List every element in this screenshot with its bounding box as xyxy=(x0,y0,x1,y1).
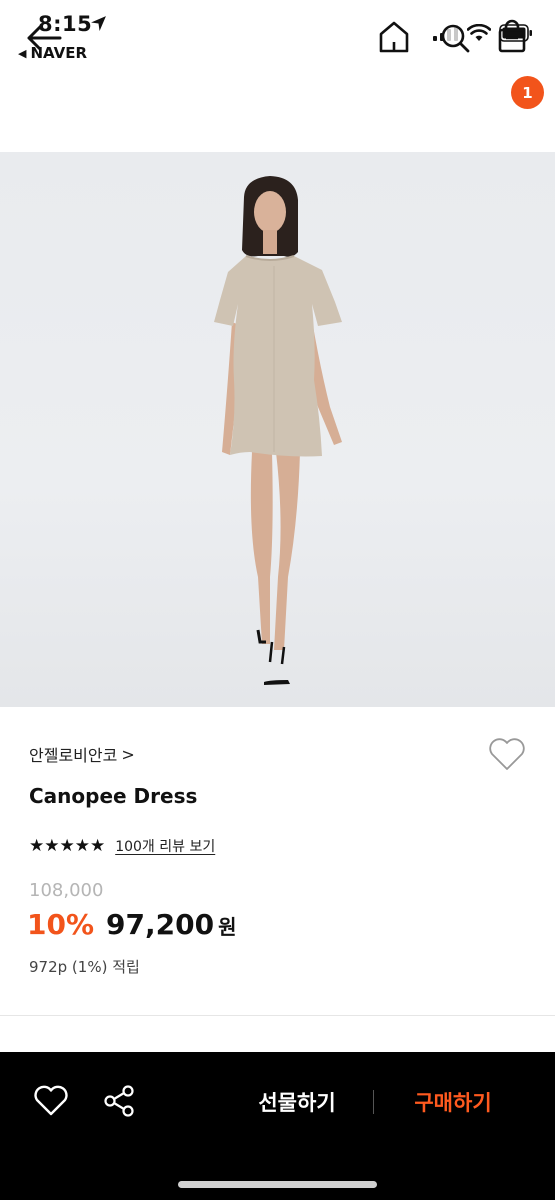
chevron-right-icon: > xyxy=(121,744,135,764)
brand-name: 안젤로비안코 xyxy=(29,746,118,765)
brand-link[interactable]: 안젤로비안코 > xyxy=(29,742,135,766)
model-illustration xyxy=(214,176,342,685)
wishlist-heart-icon[interactable] xyxy=(488,736,526,772)
discount-rate: 10% xyxy=(27,908,95,941)
product-title: Canopee Dress xyxy=(29,784,198,808)
gift-button[interactable]: 선물하기 xyxy=(240,1082,354,1122)
price-row: 10% 97,200 원 xyxy=(27,908,237,941)
home-icon[interactable] xyxy=(376,18,412,56)
top-nav-bar xyxy=(0,72,555,150)
back-arrow-icon[interactable] xyxy=(24,20,64,56)
currency-unit: 원 xyxy=(218,915,237,939)
cart-count-badge: 1 xyxy=(511,76,544,109)
bottom-action-bar xyxy=(0,1052,555,1200)
search-icon[interactable] xyxy=(437,18,473,56)
sale-price: 97,200 xyxy=(106,908,215,941)
bottom-heart-icon[interactable] xyxy=(33,1083,69,1119)
home-indicator xyxy=(178,1181,377,1188)
share-icon[interactable] xyxy=(101,1083,137,1119)
rating-row: ★★★★★ 100개 리뷰 보기 xyxy=(29,836,215,856)
location-arrow-icon xyxy=(90,15,107,36)
section-divider xyxy=(0,1015,555,1016)
review-link[interactable]: 100개 리뷰 보기 xyxy=(115,836,215,856)
bottom-bar-separator xyxy=(373,1090,374,1114)
buy-button[interactable]: 구매하기 xyxy=(396,1082,510,1122)
reward-points: 972p (1%) 적립 xyxy=(29,958,140,976)
product-image[interactable] xyxy=(0,152,555,707)
shopping-bag-icon[interactable] xyxy=(494,18,530,56)
original-price: 108,000 xyxy=(29,880,104,901)
star-rating-icons: ★★★★★ xyxy=(29,836,106,856)
